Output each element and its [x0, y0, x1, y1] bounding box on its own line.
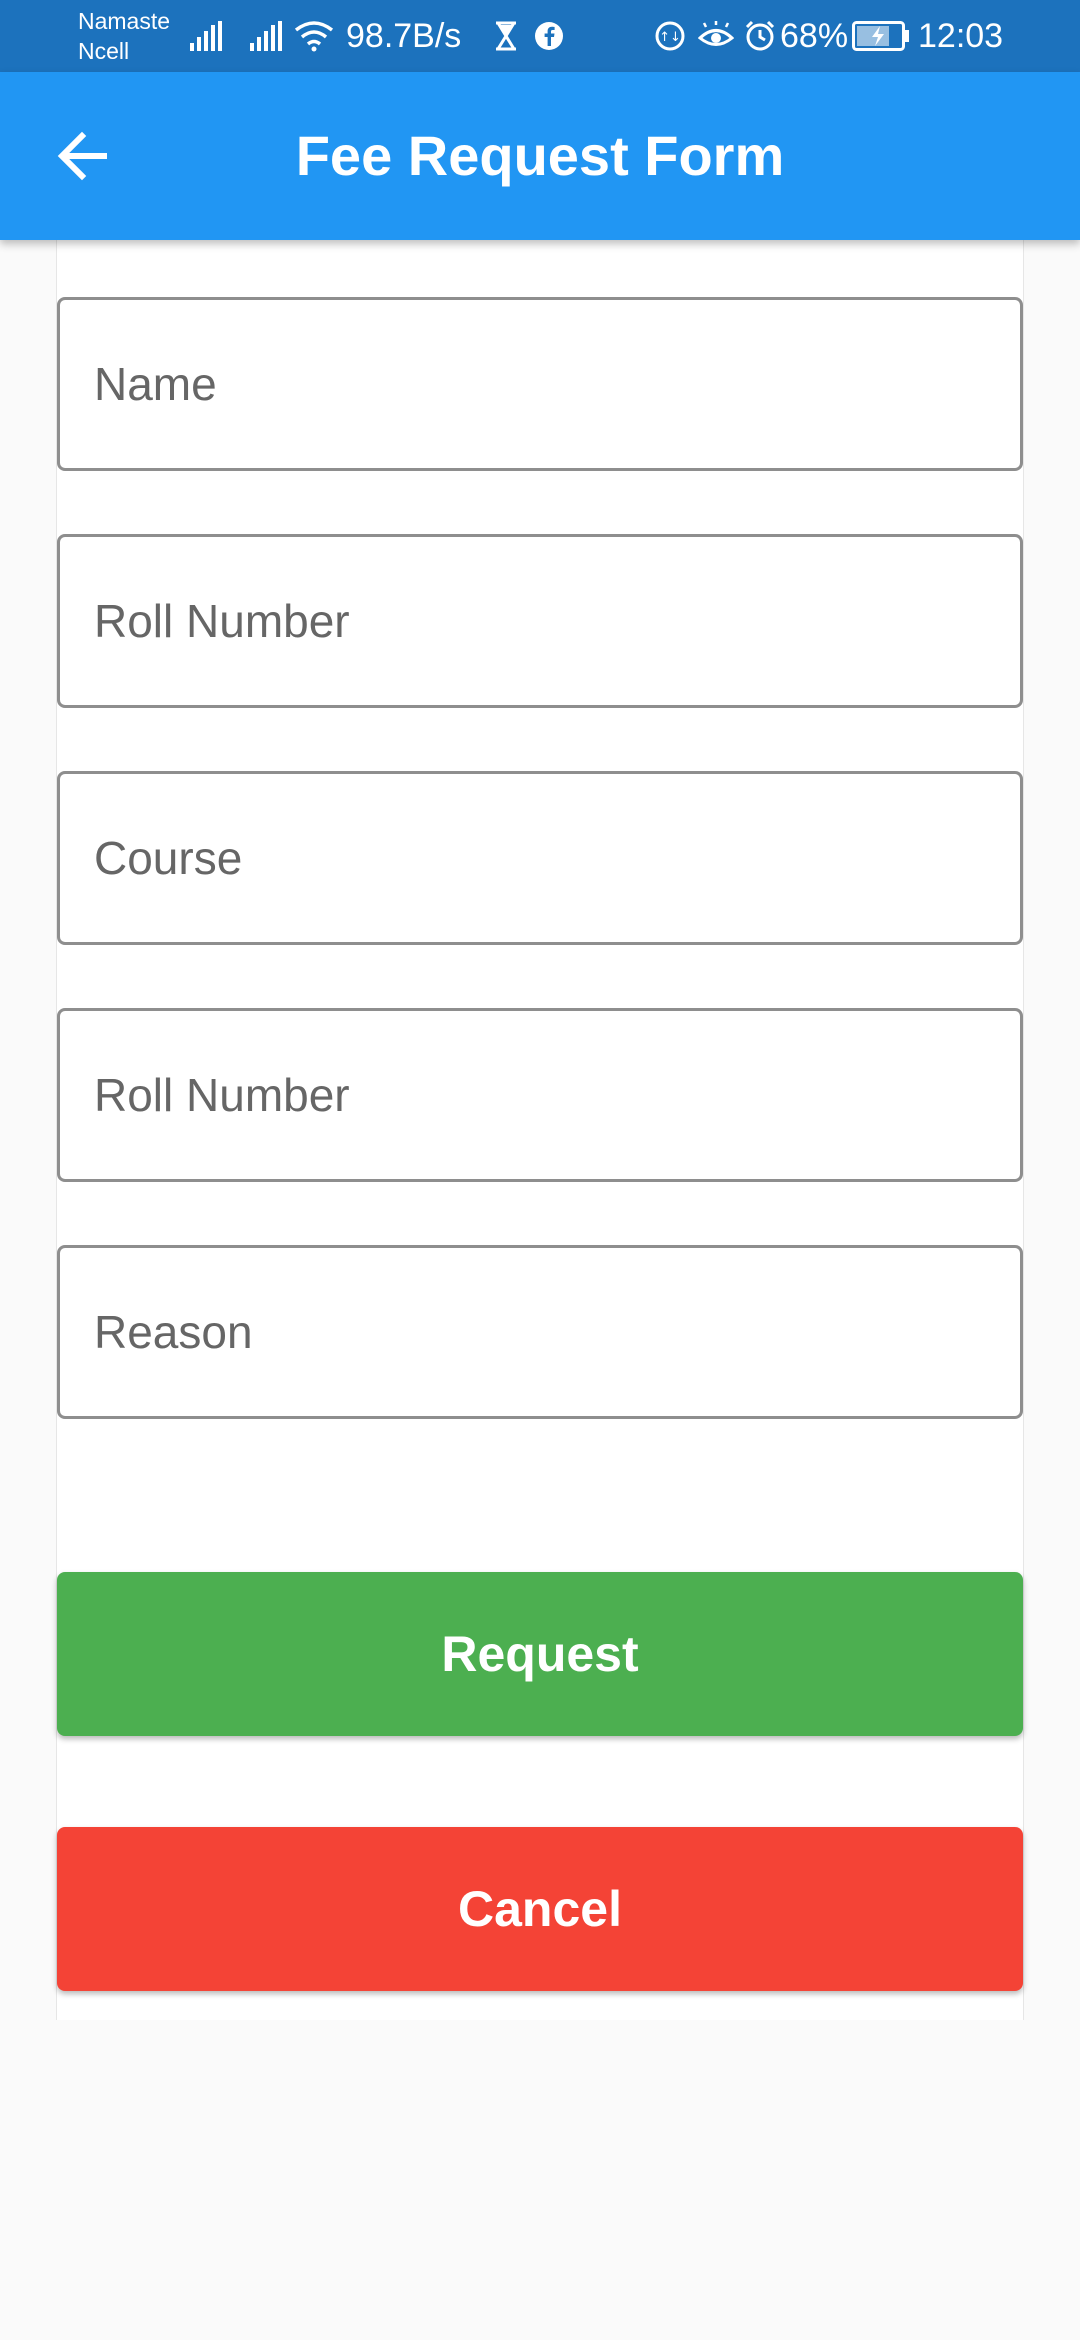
status-bar: Namaste Ncell 98.7B/s ↑↓ 68% 12:03 — [0, 0, 1080, 72]
app-bar: Fee Request Form — [0, 72, 1080, 240]
data-saver-icon: ↑↓ — [654, 0, 686, 72]
reason-input[interactable] — [60, 1248, 1020, 1416]
roll-number-input-2[interactable] — [60, 1011, 1020, 1179]
alarm-icon — [744, 0, 776, 72]
roll-number-field-2-container — [57, 1008, 1023, 1182]
carrier-line-1: Namaste — [78, 8, 171, 34]
carrier-line-2: Ncell — [78, 38, 130, 64]
battery-charging-icon — [852, 0, 910, 72]
course-field-container — [57, 771, 1023, 945]
network-speed: 98.7B/s — [346, 16, 462, 55]
page-title: Fee Request Form — [295, 124, 785, 187]
signal-icon — [248, 0, 286, 72]
clock: 12:03 — [918, 16, 1004, 55]
name-input[interactable] — [60, 300, 1020, 468]
name-field-container — [57, 297, 1023, 471]
eye-comfort-icon — [698, 0, 734, 72]
back-button[interactable] — [40, 114, 124, 198]
reason-field-container — [57, 1245, 1023, 1419]
roll-number-input[interactable] — [60, 537, 1020, 705]
course-input[interactable] — [60, 774, 1020, 942]
signal-icon — [188, 0, 226, 72]
battery-percentage: 68% — [780, 16, 849, 55]
cancel-button[interactable]: Cancel — [57, 1827, 1023, 1991]
facebook-icon — [534, 0, 564, 72]
hourglass-icon — [494, 0, 518, 72]
arrow-left-icon — [57, 131, 107, 181]
request-button[interactable]: Request — [57, 1572, 1023, 1736]
carrier-name: Namaste Ncell — [78, 6, 170, 66]
svg-text:↑↓: ↑↓ — [659, 30, 681, 45]
roll-number-field-container — [57, 534, 1023, 708]
wifi-icon — [294, 0, 334, 72]
